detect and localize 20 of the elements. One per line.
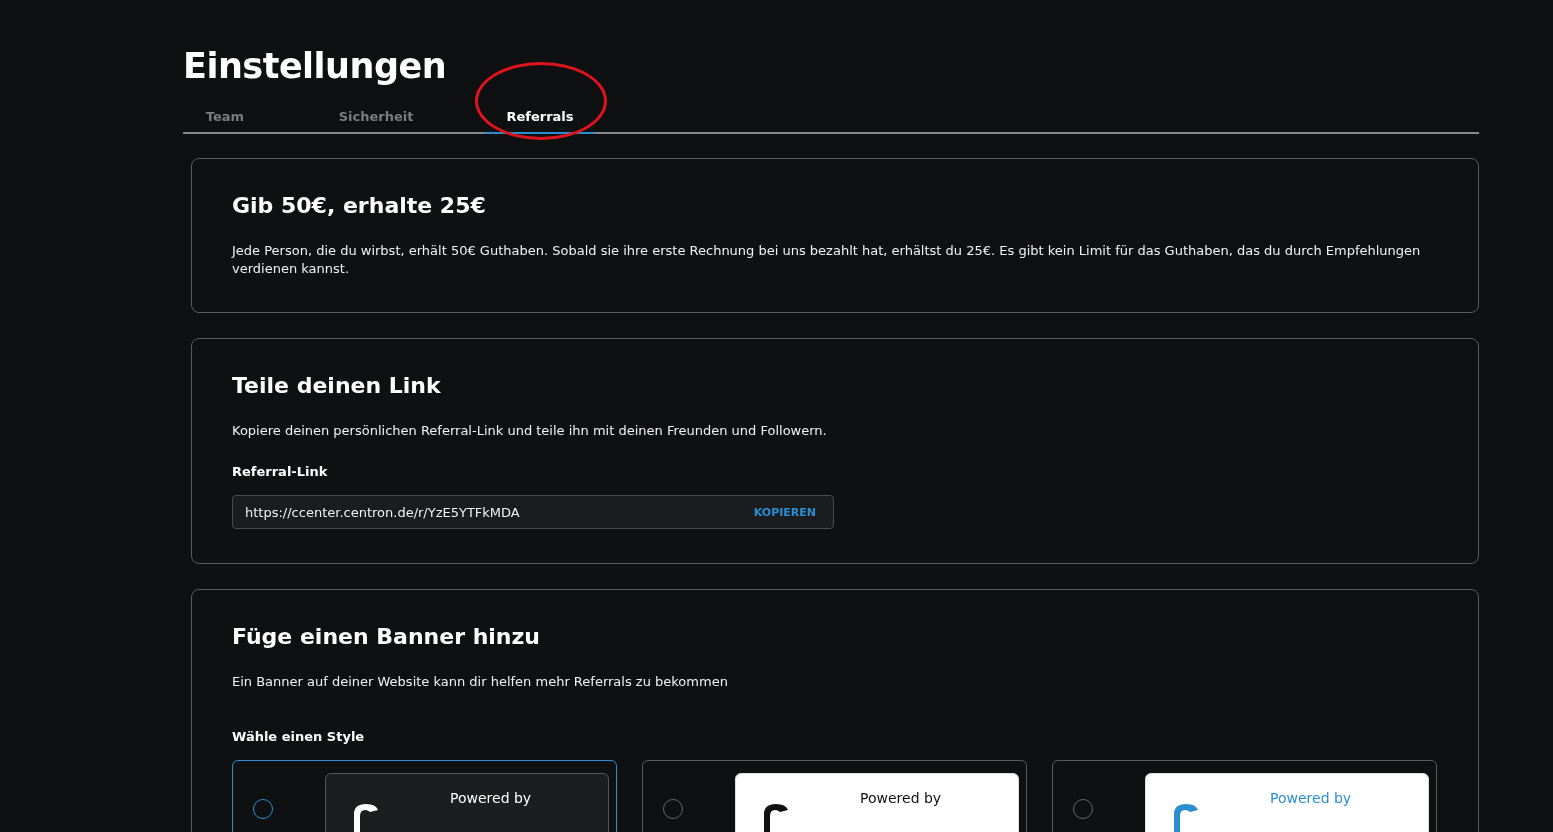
style-option[interactable]: Powered by	[1052, 760, 1437, 832]
card-title: Gib 50€, erhalte 25€	[232, 193, 487, 218]
tab[interactable]: Sicherheit	[267, 100, 485, 134]
style-option[interactable]: Powered by	[232, 760, 617, 832]
card-title: Füge einen Banner hinzu	[232, 624, 541, 649]
banner-caption: Powered by	[450, 790, 532, 808]
card-title: Teile deinen Link	[232, 373, 442, 398]
style-option[interactable]: Powered by	[642, 760, 1027, 832]
page-title: Einstellungen	[183, 46, 448, 86]
field-label: Wähle einen Style	[232, 729, 366, 744]
tab[interactable]: Referrals	[485, 100, 595, 134]
card-text: Kopiere deinen persönlichen Referral-Link und teile ihn mit deinen Freunden und Followern.	[232, 422, 828, 440]
field-label: Referral-Link	[232, 464, 329, 479]
card-text: Ein Banner auf deiner Website kann dir helfen mehr Referrals zu bekommen	[232, 673, 729, 691]
tab[interactable]: Team	[183, 100, 267, 134]
banner-caption: Powered by	[860, 790, 942, 808]
banner-caption: Powered by	[1270, 790, 1352, 808]
copy-button[interactable]: KOPIEREN	[753, 505, 816, 519]
link-field[interactable]: https://ccenter.centron.de/r/YzE5YTFkMDA KOPIEREN	[232, 495, 834, 529]
card-text: Jede Person, die du wirbst, erhält 50€ Guthaben. Sobald sie ihre erste Rechnung bei uns bezahlt hat, erhältst du 25€. Es gibt kein Limit für das Guthaben, das du durch Empfehlungen verdienen kannst.	[232, 242, 1422, 278]
